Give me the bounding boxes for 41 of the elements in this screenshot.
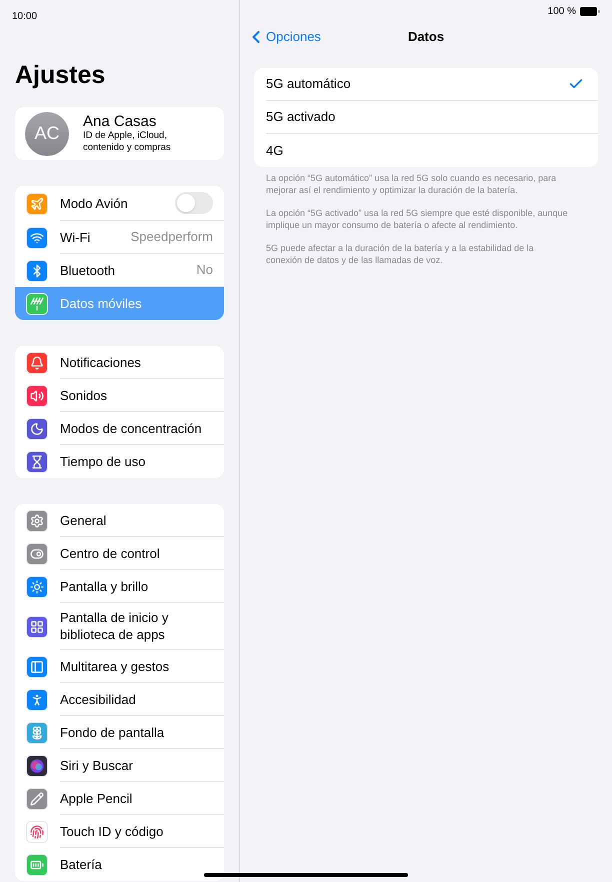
row-value: No [196, 261, 213, 280]
row-label: Bluetooth [60, 262, 116, 278]
row-label: Fondo de pantalla [60, 724, 166, 740]
option-row[interactable]: 5G activado [254, 101, 598, 134]
profile-card[interactable]: AC Ana Casas ID de Apple, iCloud, contenido y compras [15, 107, 224, 160]
option-row[interactable]: 5G automático [254, 68, 598, 101]
row-label: Tiempo de uso [60, 453, 147, 470]
row-label: Apple Pencil [60, 790, 134, 806]
nav-title: Datos [408, 28, 444, 46]
toggle-switch[interactable] [175, 192, 213, 214]
row-label: Modo Avión [60, 194, 129, 212]
row-label: Batería [60, 856, 103, 873]
row-label: Multitarea y gestos [60, 658, 170, 674]
row-label: Notificaciones [60, 354, 142, 370]
status-time: 10:00 [12, 11, 38, 22]
battery-icon [580, 6, 600, 16]
row-label: Accesibilidad [60, 690, 137, 708]
back-button[interactable]: Opciones [246, 26, 321, 46]
row-value: Speedperform [130, 228, 213, 246]
row-label: Centro de control [60, 544, 161, 562]
row-label: Datos móviles [60, 295, 143, 312]
row-label: Wi-Fi [60, 228, 92, 246]
footnote: 5G puede afectar a la duración de la batería y a la estabilidad de la conexión de datos y de las llamadas de voz. [266, 242, 535, 266]
option-label: 4G [266, 142, 284, 160]
row-label: Pantalla de inicio y biblioteca de apps [60, 609, 170, 643]
footnote: La opción “5G activado” usa la red 5G siempre que esté disponible, aunque implique un mayor consumo de batería o afecte al rendimiento. [266, 207, 569, 231]
row-label: Pantalla y brillo [60, 578, 150, 594]
profile-name: Ana Casas [83, 113, 158, 130]
row-label: General [60, 512, 108, 528]
row-label: Sonidos [60, 386, 108, 404]
option-label: 5G automático [266, 75, 352, 94]
page-title: Ajustes [15, 60, 106, 90]
row-label: Modos de concentración [60, 420, 203, 436]
profile-subtitle: ID de Apple, iCloud, contenido y compras [83, 130, 172, 154]
footnote: La opción “5G automático” usa la red 5G solo cuando es necesario, para mejorar así el rendimiento y optimizar la duración de la batería. [266, 172, 558, 196]
row-label: Touch ID y código [60, 822, 164, 840]
row-label: Siri y Buscar [60, 756, 134, 774]
avatar: AC [25, 112, 69, 156]
option-row[interactable]: 4G [254, 134, 598, 167]
battery-percent: 100 % [548, 4, 576, 18]
option-label: 5G activado [266, 108, 336, 126]
